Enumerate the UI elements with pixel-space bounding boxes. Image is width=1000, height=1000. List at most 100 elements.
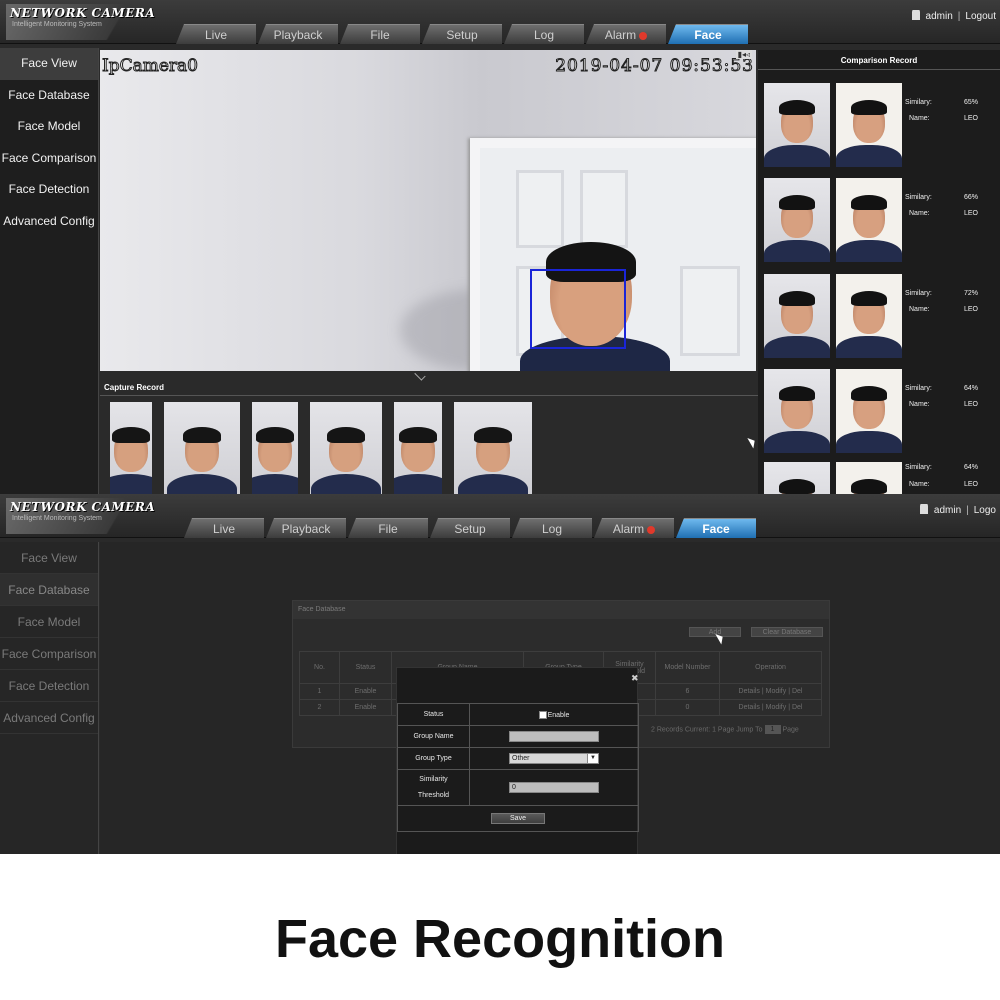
video-status-icons[interactable]: ▮◂◃ [735, 50, 752, 59]
camera-name-osd: IpCamera0 [102, 56, 199, 77]
tab-setup[interactable]: Setup [430, 518, 510, 538]
capture-thumbnail[interactable] [110, 402, 152, 494]
capture-thumbnail[interactable] [310, 402, 382, 494]
brand-logo: NETWORK CAMERA Intelligent Monitoring Sy… [6, 498, 186, 534]
caption-title: Face Recognition [274, 909, 726, 969]
group-type-cell: Other ▼ [469, 747, 639, 770]
timestamp-osd: 2019-04-07 09:53:53 [555, 56, 754, 77]
page-select[interactable]: 1 [764, 725, 781, 734]
face-database-screenshot: NETWORK CAMERA Intelligent Monitoring Sy… [0, 494, 1000, 854]
brand-subtitle: Intelligent Monitoring System [12, 21, 102, 28]
sidebar-item-face-view[interactable]: Face View [0, 542, 98, 574]
threshold-label-line1: Similarity [419, 775, 448, 783]
tab-alarm-label: Alarm [612, 522, 645, 536]
capture-record-title: Capture Record [104, 383, 165, 392]
database-face [836, 462, 902, 494]
sidebar-item-face-database[interactable]: Face Database [0, 80, 98, 112]
threshold-input[interactable]: 0 [509, 782, 599, 793]
thumb-body [764, 336, 830, 358]
comparison-row[interactable]: Similary: 64% Name: LEO [764, 462, 1000, 494]
capture-thumbnail[interactable] [252, 402, 298, 494]
group-name-input[interactable] [509, 731, 599, 742]
sidebar-item-advanced-config[interactable]: Advanced Config [0, 702, 98, 734]
brand-name: NETWORK CAMERA [10, 500, 156, 514]
form-row-status: Status Enable [397, 703, 639, 726]
status-label: Status [397, 703, 470, 726]
thumb-body [311, 474, 381, 494]
thumb-body [836, 336, 902, 358]
tab-alarm[interactable]: Alarm [586, 24, 666, 44]
tab-face[interactable]: Face [676, 518, 756, 538]
sidebar-item-advanced-config[interactable]: Advanced Config [0, 206, 98, 238]
threshold-label-line2: Threshold [417, 791, 450, 799]
tab-face[interactable]: Face [668, 24, 748, 44]
sidebar: Face View Face Database Face Model Face … [0, 48, 99, 494]
close-icon[interactable]: ✖ [631, 673, 639, 684]
form-row-save: Save [397, 805, 639, 832]
chevron-down-icon[interactable] [414, 369, 426, 381]
sidebar-item-face-comparison[interactable]: Face Comparison [0, 143, 98, 175]
logout-link[interactable]: Logo [974, 505, 996, 516]
cell-status: Enable [339, 683, 392, 700]
capture-thumbnail[interactable] [164, 402, 240, 494]
comparison-row[interactable]: Similary: 72% Name: LEO [764, 274, 1000, 358]
thumb-hair [474, 427, 512, 443]
clear-database-button[interactable]: Clear Database [751, 627, 823, 637]
sidebar-item-face-view[interactable]: Face View [0, 48, 98, 80]
user-icon [919, 504, 928, 514]
tab-file[interactable]: File [348, 518, 428, 538]
tab-playback[interactable]: Playback [258, 24, 338, 44]
tab-alarm[interactable]: Alarm [594, 518, 674, 538]
comparison-row[interactable]: Similary: 64% Name: LEO [764, 369, 1000, 453]
sidebar-item-face-comparison[interactable]: Face Comparison [0, 638, 98, 670]
thumb-hair [851, 195, 887, 210]
user-icon [911, 10, 920, 20]
database-face [836, 83, 902, 167]
tab-playback[interactable]: Playback [266, 518, 346, 538]
pagination-text: 2 Records Current: 1 Page Jump To [651, 726, 763, 734]
comparison-row[interactable]: Similary: 66% Name: LEO [764, 178, 1000, 262]
cell-no: 1 [299, 683, 340, 700]
divider [100, 395, 758, 396]
group-name-label: Group Name [397, 725, 470, 748]
pagination: 2 Records Current: 1 Page Jump To 1 Page [651, 725, 799, 734]
sidebar-item-face-database[interactable]: Face Database [0, 574, 98, 606]
group-type-select[interactable]: Other ▼ [509, 753, 599, 764]
tab-setup[interactable]: Setup [422, 24, 502, 44]
thumb-body [836, 145, 902, 167]
similarity-value: 64% [964, 464, 979, 471]
sidebar-item-face-model[interactable]: Face Model [0, 111, 98, 143]
save-button[interactable]: Save [491, 813, 545, 824]
cell-operation[interactable]: Details | Modify | Del [719, 699, 822, 716]
sidebar-item-face-detection[interactable]: Face Detection [0, 670, 98, 702]
sidebar-item-face-model[interactable]: Face Model [0, 606, 98, 638]
door-panel [580, 170, 628, 248]
name-label: Name: [909, 481, 930, 488]
sidebar-item-face-detection[interactable]: Face Detection [0, 174, 98, 206]
captured-face [764, 178, 830, 262]
tab-live[interactable]: Live [176, 24, 256, 44]
enable-checkbox[interactable] [538, 710, 547, 719]
save-cell: Save [397, 805, 639, 832]
add-button[interactable]: Add [689, 627, 741, 637]
capture-thumbnail[interactable] [394, 402, 442, 494]
capture-thumbnail[interactable] [454, 402, 532, 494]
logout-link[interactable]: Logout [965, 11, 996, 22]
separator: | [957, 11, 961, 22]
header-bar: NETWORK CAMERA Intelligent Monitoring Sy… [0, 0, 1000, 44]
thumb-body [252, 474, 298, 494]
tab-live[interactable]: Live [184, 518, 264, 538]
similarity-label: Similary: [905, 194, 932, 201]
cell-operation[interactable]: Details | Modify | Del [719, 683, 822, 700]
name-label: Name: [909, 115, 930, 122]
tab-file[interactable]: File [340, 24, 420, 44]
tab-log[interactable]: Log [504, 24, 584, 44]
form-row-threshold: Similarity Threshold 0 [397, 769, 639, 806]
tab-log[interactable]: Log [512, 518, 592, 538]
capture-strip [110, 402, 532, 494]
comparison-row[interactable]: Similary: 65% Name: LEO [764, 83, 1000, 167]
divider [758, 69, 1000, 70]
form-row-group-name: Group Name [397, 725, 639, 748]
live-video[interactable]: IpCamera0 2019-04-07 09:53:53 ▮◂◃ [100, 50, 756, 371]
similarity-value: 72% [964, 290, 979, 297]
